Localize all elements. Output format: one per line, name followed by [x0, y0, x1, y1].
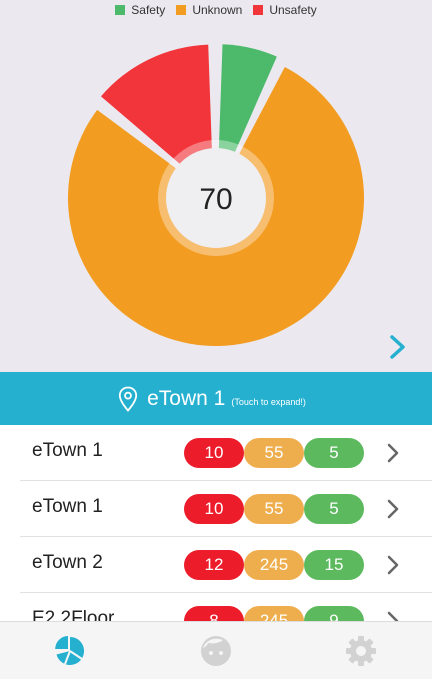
location-name: eTown 1	[147, 386, 226, 410]
location-bar[interactable]: eTown 1 (Touch to expand!)	[0, 372, 432, 425]
chart-legend: Safety Unknown Unsafety	[0, 3, 432, 17]
unknown-count-badge: 55	[244, 494, 304, 524]
unsafe-count-badge: 10	[184, 494, 244, 524]
chevron-right-icon[interactable]	[386, 443, 400, 463]
pie-chart[interactable]: 70	[0, 0, 432, 372]
pie-chart-icon[interactable]	[53, 634, 87, 668]
legend-swatch-unsafety	[253, 5, 264, 15]
legend-item-unsafety: Unsafety	[253, 3, 317, 17]
legend-item-unknown: Unknown	[176, 3, 242, 17]
chevron-right-icon[interactable]	[386, 555, 400, 575]
safe-count-badge: 15	[304, 550, 364, 580]
unsafe-count-badge: 12	[184, 550, 244, 580]
pie-center-total: 70	[199, 183, 232, 216]
chevron-right-icon[interactable]	[386, 499, 400, 519]
unknown-count-badge: 245	[244, 606, 304, 621]
list-item[interactable]: eTown 2 12 245 15	[20, 537, 432, 593]
legend-item-safety: Safety	[115, 3, 165, 17]
list-item[interactable]: eTown 1 10 55 5	[20, 481, 432, 537]
safe-count-badge: 9	[304, 606, 364, 621]
list-item[interactable]: eTown 1 10 55 5	[20, 425, 432, 481]
legend-swatch-safety	[115, 5, 126, 15]
bottom-nav	[0, 621, 432, 679]
list-item-name: E2 2Floor	[32, 608, 115, 621]
legend-label-unsafety: Unsafety	[269, 3, 317, 17]
safe-count-badge: 5	[304, 494, 364, 524]
legend-label-unknown: Unknown	[192, 3, 243, 17]
unknown-count-badge: 245	[244, 550, 304, 580]
location-list: eTown 1 10 55 5 eTown 1 10 55 5 eTown 2 …	[0, 425, 432, 621]
list-item[interactable]: E2 2Floor 8 245 9	[20, 593, 432, 621]
list-item-name: eTown 1	[32, 440, 103, 461]
unsafe-count-badge: 8	[184, 606, 244, 621]
chevron-right-icon[interactable]	[386, 611, 400, 621]
list-item-name: eTown 2	[32, 552, 103, 573]
gear-icon[interactable]	[344, 634, 378, 668]
safe-count-badge: 5	[304, 438, 364, 468]
chevron-right-icon[interactable]	[386, 334, 410, 360]
location-pin-icon	[119, 386, 138, 412]
unknown-count-badge: 55	[244, 438, 304, 468]
unsafe-count-badge: 10	[184, 438, 244, 468]
location-hint: (Touch to expand!)	[231, 396, 306, 407]
legend-swatch-unknown	[176, 5, 187, 15]
list-item-name: eTown 1	[32, 496, 103, 517]
face-icon[interactable]	[199, 634, 233, 668]
chart-area: 70 Safety Unknown Unsafety	[0, 0, 432, 372]
legend-label-safety: Safety	[131, 3, 166, 17]
